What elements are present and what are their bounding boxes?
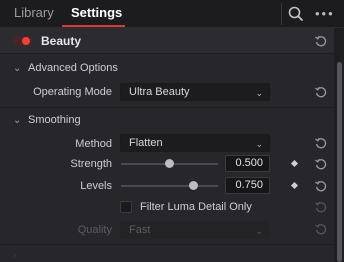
search-button[interactable] (286, 4, 306, 24)
active-tab-indicator (62, 25, 125, 27)
filter-luma-label[interactable]: Filter Luma Detail Only (140, 201, 252, 213)
chevron-down-icon: ⌄ (255, 139, 263, 149)
advanced-options-title[interactable]: Advanced Options (28, 62, 118, 74)
section-divider (0, 107, 334, 108)
strength-label: Strength (70, 158, 112, 170)
method-value: Flatten (129, 137, 163, 149)
smoothing-title[interactable]: Smoothing (28, 114, 81, 126)
tab-library[interactable]: Library (14, 5, 54, 20)
filter-luma-checkbox[interactable] (120, 201, 132, 213)
operating-mode-label: Operating Mode (33, 86, 112, 98)
scrollbar-thumb[interactable] (337, 62, 342, 262)
method-dropdown[interactable]: Flatten ⌄ (120, 134, 270, 152)
levels-slider-track[interactable] (121, 185, 218, 187)
reset-icon[interactable] (314, 200, 328, 214)
chevron-right-icon: › (13, 250, 17, 261)
operating-mode-dropdown[interactable]: Ultra Beauty ⌄ (120, 83, 270, 101)
chevron-down-icon[interactable]: ⌄ (13, 115, 21, 126)
more-icon: ••• (315, 6, 335, 21)
toggle-knob (22, 37, 30, 45)
operating-mode-value: Ultra Beauty (129, 86, 190, 98)
reset-icon[interactable] (314, 222, 328, 236)
levels-label: Levels (80, 180, 112, 192)
reset-icon[interactable] (314, 34, 328, 48)
strength-slider-knob[interactable] (165, 159, 174, 168)
chevron-down-icon[interactable]: ⌄ (13, 63, 21, 74)
chevron-down-icon: ⌄ (255, 88, 263, 98)
effect-title: Beauty (41, 34, 82, 48)
search-icon (288, 6, 303, 21)
reset-icon[interactable] (314, 85, 328, 99)
section-divider (0, 244, 334, 245)
strength-value-field[interactable]: 0.500 (225, 155, 270, 172)
quality-dropdown[interactable]: Fast ⌄ (120, 221, 270, 239)
tab-settings[interactable]: Settings (71, 5, 122, 20)
reset-icon[interactable] (314, 179, 328, 193)
quality-value: Fast (129, 224, 151, 236)
chevron-down-icon: ⌄ (255, 226, 263, 236)
levels-value-field[interactable]: 0.750 (225, 177, 270, 194)
reset-icon[interactable] (314, 136, 328, 150)
method-label: Method (75, 138, 112, 150)
quality-label: Quality (77, 224, 112, 236)
more-options-button[interactable]: ••• (315, 4, 339, 24)
reset-icon[interactable] (314, 157, 328, 171)
toolbar-divider (281, 3, 282, 25)
